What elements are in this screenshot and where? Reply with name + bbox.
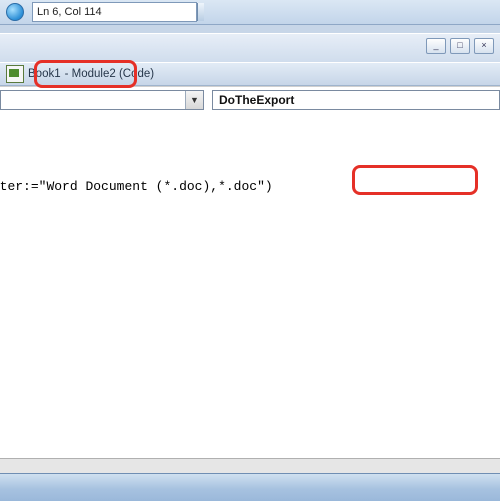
procedure-dropdown-value: DoTheExport bbox=[213, 93, 499, 107]
status-bar: Ln 6, Col 114 bbox=[0, 0, 500, 25]
chevron-down-icon[interactable]: ▼ bbox=[185, 91, 203, 109]
code-line[interactable]: alFileName:=vbNullStrin, FileFilter:="Wo… bbox=[0, 179, 500, 194]
procedure-dropdown[interactable]: DoTheExport bbox=[212, 90, 500, 110]
mdi-window-controls: _ □ × bbox=[426, 38, 494, 54]
code-window-titlebar[interactable]: Book1 - Module2 (Code) bbox=[0, 62, 500, 86]
code-window-title-prefix: Book1 bbox=[28, 68, 61, 80]
cursor-position-text: Ln 6, Col 114 bbox=[37, 6, 102, 18]
code-window-title-highlight: - Module2 (Code) bbox=[65, 68, 154, 80]
mdi-frame-header bbox=[0, 33, 500, 63]
app-status-icon bbox=[6, 3, 24, 21]
code-pane-dropdown-row: ▼ DoTheExport bbox=[0, 86, 500, 114]
object-dropdown[interactable]: ▼ bbox=[0, 90, 204, 110]
app-bottom-bar bbox=[0, 473, 500, 501]
code-editor-footer bbox=[0, 458, 500, 474]
close-button[interactable]: × bbox=[474, 38, 494, 54]
status-resize-handle[interactable] bbox=[197, 3, 204, 21]
minimize-button[interactable]: _ bbox=[426, 38, 446, 54]
excel-module-icon bbox=[6, 65, 24, 83]
cursor-position-field: Ln 6, Col 114 bbox=[32, 2, 197, 22]
code-editor[interactable]: alFileName:=vbNullStrin, FileFilter:="Wo… bbox=[0, 112, 500, 459]
maximize-button[interactable]: □ bbox=[450, 38, 470, 54]
